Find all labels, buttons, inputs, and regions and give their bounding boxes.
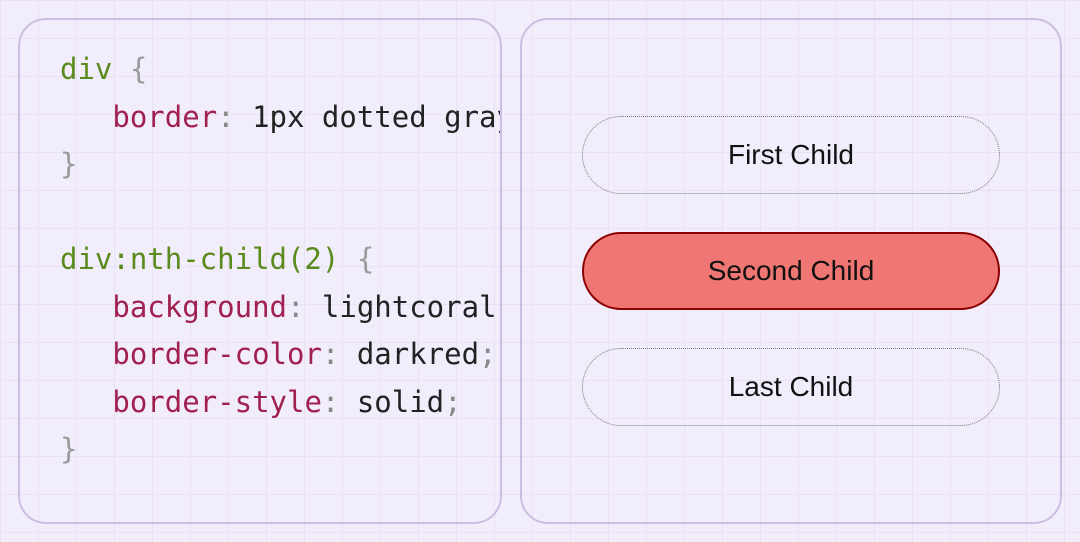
- brace-close: }: [60, 432, 77, 466]
- semicolon: ;: [479, 337, 496, 371]
- indent: [60, 337, 112, 371]
- semicolon: ;: [497, 290, 502, 324]
- colon: :: [322, 385, 357, 419]
- css-code-panel: div { border: 1px dotted gray } div:nth-…: [18, 18, 502, 524]
- css-value: darkred: [357, 337, 479, 371]
- colon: :: [287, 290, 322, 324]
- brace-open: {: [339, 242, 374, 276]
- css-line: border-color: darkred;: [60, 331, 478, 379]
- colon: :: [322, 337, 357, 371]
- css-selector: div: [60, 52, 112, 86]
- preview-child-3: Last Child: [582, 348, 1000, 426]
- css-selector: div:nth-child(2): [60, 242, 339, 276]
- css-value: lightcoral: [322, 290, 497, 324]
- indent: [60, 385, 112, 419]
- css-value: 1px dotted gray: [252, 100, 502, 134]
- css-line: }: [60, 141, 478, 189]
- preview-child-2: Second Child: [582, 232, 1000, 310]
- css-line: }: [60, 426, 478, 474]
- css-prop: border-color: [112, 337, 322, 371]
- css-line: div {: [60, 46, 478, 94]
- css-line: border-style: solid;: [60, 379, 478, 427]
- css-value: solid: [357, 385, 444, 419]
- css-line: background: lightcoral;: [60, 284, 478, 332]
- css-prop: background: [112, 290, 287, 324]
- brace-open: {: [112, 52, 147, 86]
- css-line: div:nth-child(2) {: [60, 236, 478, 284]
- brace-close: }: [60, 147, 77, 181]
- css-line: border: 1px dotted gray: [60, 94, 478, 142]
- indent: [60, 100, 112, 134]
- preview-panel: First Child Second Child Last Child: [520, 18, 1062, 524]
- semicolon: ;: [444, 385, 461, 419]
- preview-child-1: First Child: [582, 116, 1000, 194]
- colon: :: [217, 100, 252, 134]
- blank-line: [60, 189, 478, 237]
- css-prop: border: [112, 100, 217, 134]
- css-prop: border-style: [112, 385, 322, 419]
- indent: [60, 290, 112, 324]
